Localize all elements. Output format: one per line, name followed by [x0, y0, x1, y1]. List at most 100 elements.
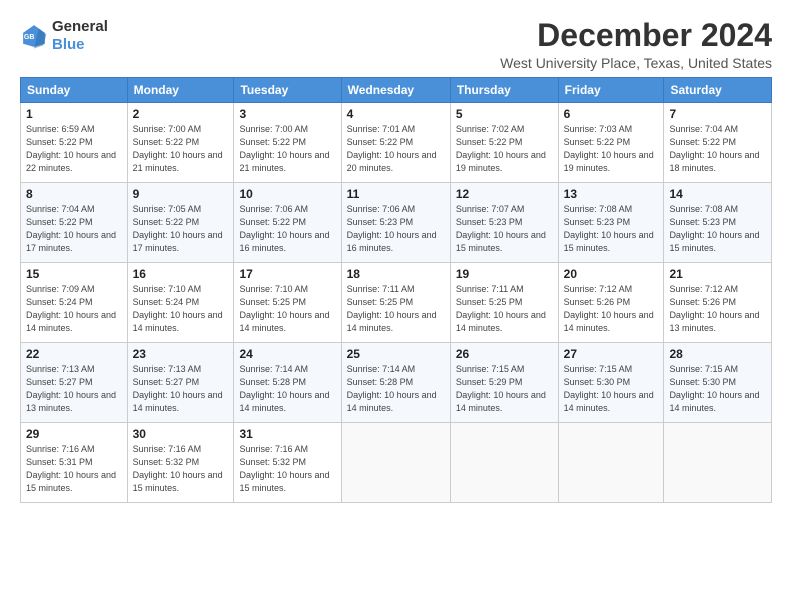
- calendar-cell: 22Sunrise: 7:13 AM Sunset: 5:27 PM Dayli…: [21, 343, 128, 423]
- day-number: 14: [669, 187, 766, 201]
- day-info: Sunrise: 7:07 AM Sunset: 5:23 PM Dayligh…: [456, 203, 553, 255]
- day-info: Sunrise: 7:16 AM Sunset: 5:32 PM Dayligh…: [133, 443, 229, 495]
- calendar-header-friday: Friday: [558, 78, 664, 103]
- logo-icon: GB: [20, 22, 48, 50]
- day-number: 6: [564, 107, 659, 121]
- calendar-week-row: 29 Sunrise: 7:16 AM Sunset: 5:31 PM Dayli…: [21, 423, 772, 503]
- day-number: 29: [26, 427, 122, 441]
- day-info: Sunrise: 7:09 AM Sunset: 5:24 PM Dayligh…: [26, 283, 122, 335]
- day-info: Sunrise: 7:10 AM Sunset: 5:24 PM Dayligh…: [133, 283, 229, 335]
- logo: GB General Blue: [20, 18, 108, 54]
- day-info: Sunrise: 6:59 AM Sunset: 5:22 PM Dayligh…: [26, 123, 122, 175]
- day-info: Sunrise: 7:11 AM Sunset: 5:25 PM Dayligh…: [347, 283, 445, 335]
- day-number: 8: [26, 187, 122, 201]
- calendar-cell: [341, 423, 450, 503]
- day-number: 7: [669, 107, 766, 121]
- day-number: 13: [564, 187, 659, 201]
- calendar-cell: 2Sunrise: 7:00 AM Sunset: 5:22 PM Daylig…: [127, 103, 234, 183]
- calendar-cell: 17Sunrise: 7:10 AM Sunset: 5:25 PM Dayli…: [234, 263, 341, 343]
- day-number: 19: [456, 267, 553, 281]
- day-number: 28: [669, 347, 766, 361]
- day-info: Sunrise: 7:06 AM Sunset: 5:22 PM Dayligh…: [239, 203, 335, 255]
- calendar-cell: 9Sunrise: 7:05 AM Sunset: 5:22 PM Daylig…: [127, 183, 234, 263]
- day-info: Sunrise: 7:12 AM Sunset: 5:26 PM Dayligh…: [669, 283, 766, 335]
- calendar-cell: 18Sunrise: 7:11 AM Sunset: 5:25 PM Dayli…: [341, 263, 450, 343]
- calendar-cell: 10 Sunrise: 7:06 AM Sunset: 5:22 PM Dayli…: [234, 183, 341, 263]
- calendar-cell: [664, 423, 772, 503]
- calendar-header-row: SundayMondayTuesdayWednesdayThursdayFrid…: [21, 78, 772, 103]
- calendar-cell: 26 Sunrise: 7:15 AM Sunset: 5:29 PM Dayli…: [450, 343, 558, 423]
- day-info: Sunrise: 7:06 AM Sunset: 5:23 PM Dayligh…: [347, 203, 445, 255]
- calendar-cell: 8 Sunrise: 7:04 AM Sunset: 5:22 PM Daylig…: [21, 183, 128, 263]
- day-number: 1: [26, 107, 122, 121]
- calendar-cell: 15 Sunrise: 7:09 AM Sunset: 5:24 PM Dayli…: [21, 263, 128, 343]
- day-info: Sunrise: 7:14 AM Sunset: 5:28 PM Dayligh…: [239, 363, 335, 415]
- day-info: Sunrise: 7:04 AM Sunset: 5:22 PM Dayligh…: [669, 123, 766, 175]
- svg-text:GB: GB: [24, 34, 35, 41]
- day-info: Sunrise: 7:02 AM Sunset: 5:22 PM Dayligh…: [456, 123, 553, 175]
- day-info: Sunrise: 7:10 AM Sunset: 5:25 PM Dayligh…: [239, 283, 335, 335]
- day-number: 26: [456, 347, 553, 361]
- calendar-cell: 3Sunrise: 7:00 AM Sunset: 5:22 PM Daylig…: [234, 103, 341, 183]
- subtitle: West University Place, Texas, United Sta…: [500, 55, 772, 71]
- calendar-cell: 27Sunrise: 7:15 AM Sunset: 5:30 PM Dayli…: [558, 343, 664, 423]
- day-info: Sunrise: 7:08 AM Sunset: 5:23 PM Dayligh…: [564, 203, 659, 255]
- main-title: December 2024: [500, 18, 772, 53]
- calendar-cell: 19Sunrise: 7:11 AM Sunset: 5:25 PM Dayli…: [450, 263, 558, 343]
- calendar-cell: [558, 423, 664, 503]
- day-info: Sunrise: 7:12 AM Sunset: 5:26 PM Dayligh…: [564, 283, 659, 335]
- calendar-cell: 7 Sunrise: 7:04 AM Sunset: 5:22 PM Daylig…: [664, 103, 772, 183]
- calendar-cell: 30 Sunrise: 7:16 AM Sunset: 5:32 PM Dayli…: [127, 423, 234, 503]
- calendar-cell: 14 Sunrise: 7:08 AM Sunset: 5:23 PM Dayli…: [664, 183, 772, 263]
- page: GB General Blue December 2024 West Unive…: [0, 0, 792, 513]
- calendar-cell: 20 Sunrise: 7:12 AM Sunset: 5:26 PM Dayli…: [558, 263, 664, 343]
- calendar-cell: 4Sunrise: 7:01 AM Sunset: 5:22 PM Daylig…: [341, 103, 450, 183]
- day-info: Sunrise: 7:04 AM Sunset: 5:22 PM Dayligh…: [26, 203, 122, 255]
- logo-line1: General: [52, 18, 108, 36]
- calendar-header-thursday: Thursday: [450, 78, 558, 103]
- header: GB General Blue December 2024 West Unive…: [20, 18, 772, 71]
- day-info: Sunrise: 7:14 AM Sunset: 5:28 PM Dayligh…: [347, 363, 445, 415]
- calendar-cell: 11 Sunrise: 7:06 AM Sunset: 5:23 PM Dayli…: [341, 183, 450, 263]
- calendar-header-saturday: Saturday: [664, 78, 772, 103]
- day-info: Sunrise: 7:00 AM Sunset: 5:22 PM Dayligh…: [239, 123, 335, 175]
- day-number: 23: [133, 347, 229, 361]
- calendar-cell: 21 Sunrise: 7:12 AM Sunset: 5:26 PM Dayli…: [664, 263, 772, 343]
- calendar-header-tuesday: Tuesday: [234, 78, 341, 103]
- day-number: 25: [347, 347, 445, 361]
- day-number: 27: [564, 347, 659, 361]
- day-info: Sunrise: 7:16 AM Sunset: 5:32 PM Dayligh…: [239, 443, 335, 495]
- day-info: Sunrise: 7:15 AM Sunset: 5:30 PM Dayligh…: [669, 363, 766, 415]
- calendar-week-row: 8 Sunrise: 7:04 AM Sunset: 5:22 PM Daylig…: [21, 183, 772, 263]
- calendar-week-row: 22Sunrise: 7:13 AM Sunset: 5:27 PM Dayli…: [21, 343, 772, 423]
- day-info: Sunrise: 7:13 AM Sunset: 5:27 PM Dayligh…: [26, 363, 122, 415]
- calendar-cell: 5 Sunrise: 7:02 AM Sunset: 5:22 PM Daylig…: [450, 103, 558, 183]
- day-info: Sunrise: 7:08 AM Sunset: 5:23 PM Dayligh…: [669, 203, 766, 255]
- day-number: 11: [347, 187, 445, 201]
- calendar-cell: 23Sunrise: 7:13 AM Sunset: 5:27 PM Dayli…: [127, 343, 234, 423]
- calendar-header-wednesday: Wednesday: [341, 78, 450, 103]
- day-number: 5: [456, 107, 553, 121]
- day-number: 20: [564, 267, 659, 281]
- day-info: Sunrise: 7:15 AM Sunset: 5:29 PM Dayligh…: [456, 363, 553, 415]
- calendar-cell: 12 Sunrise: 7:07 AM Sunset: 5:23 PM Dayli…: [450, 183, 558, 263]
- calendar-cell: 1 Sunrise: 6:59 AM Sunset: 5:22 PM Daylig…: [21, 103, 128, 183]
- day-number: 21: [669, 267, 766, 281]
- day-number: 4: [347, 107, 445, 121]
- calendar-cell: [450, 423, 558, 503]
- day-number: 12: [456, 187, 553, 201]
- day-number: 10: [239, 187, 335, 201]
- day-number: 24: [239, 347, 335, 361]
- calendar-cell: 31Sunrise: 7:16 AM Sunset: 5:32 PM Dayli…: [234, 423, 341, 503]
- calendar-cell: 13 Sunrise: 7:08 AM Sunset: 5:23 PM Dayli…: [558, 183, 664, 263]
- calendar-cell: 29 Sunrise: 7:16 AM Sunset: 5:31 PM Dayli…: [21, 423, 128, 503]
- day-number: 30: [133, 427, 229, 441]
- calendar-week-row: 1 Sunrise: 6:59 AM Sunset: 5:22 PM Daylig…: [21, 103, 772, 183]
- title-block: December 2024 West University Place, Tex…: [500, 18, 772, 71]
- calendar-cell: 28 Sunrise: 7:15 AM Sunset: 5:30 PM Dayli…: [664, 343, 772, 423]
- calendar: SundayMondayTuesdayWednesdayThursdayFrid…: [20, 77, 772, 503]
- day-info: Sunrise: 7:00 AM Sunset: 5:22 PM Dayligh…: [133, 123, 229, 175]
- day-number: 15: [26, 267, 122, 281]
- day-info: Sunrise: 7:16 AM Sunset: 5:31 PM Dayligh…: [26, 443, 122, 495]
- calendar-header-sunday: Sunday: [21, 78, 128, 103]
